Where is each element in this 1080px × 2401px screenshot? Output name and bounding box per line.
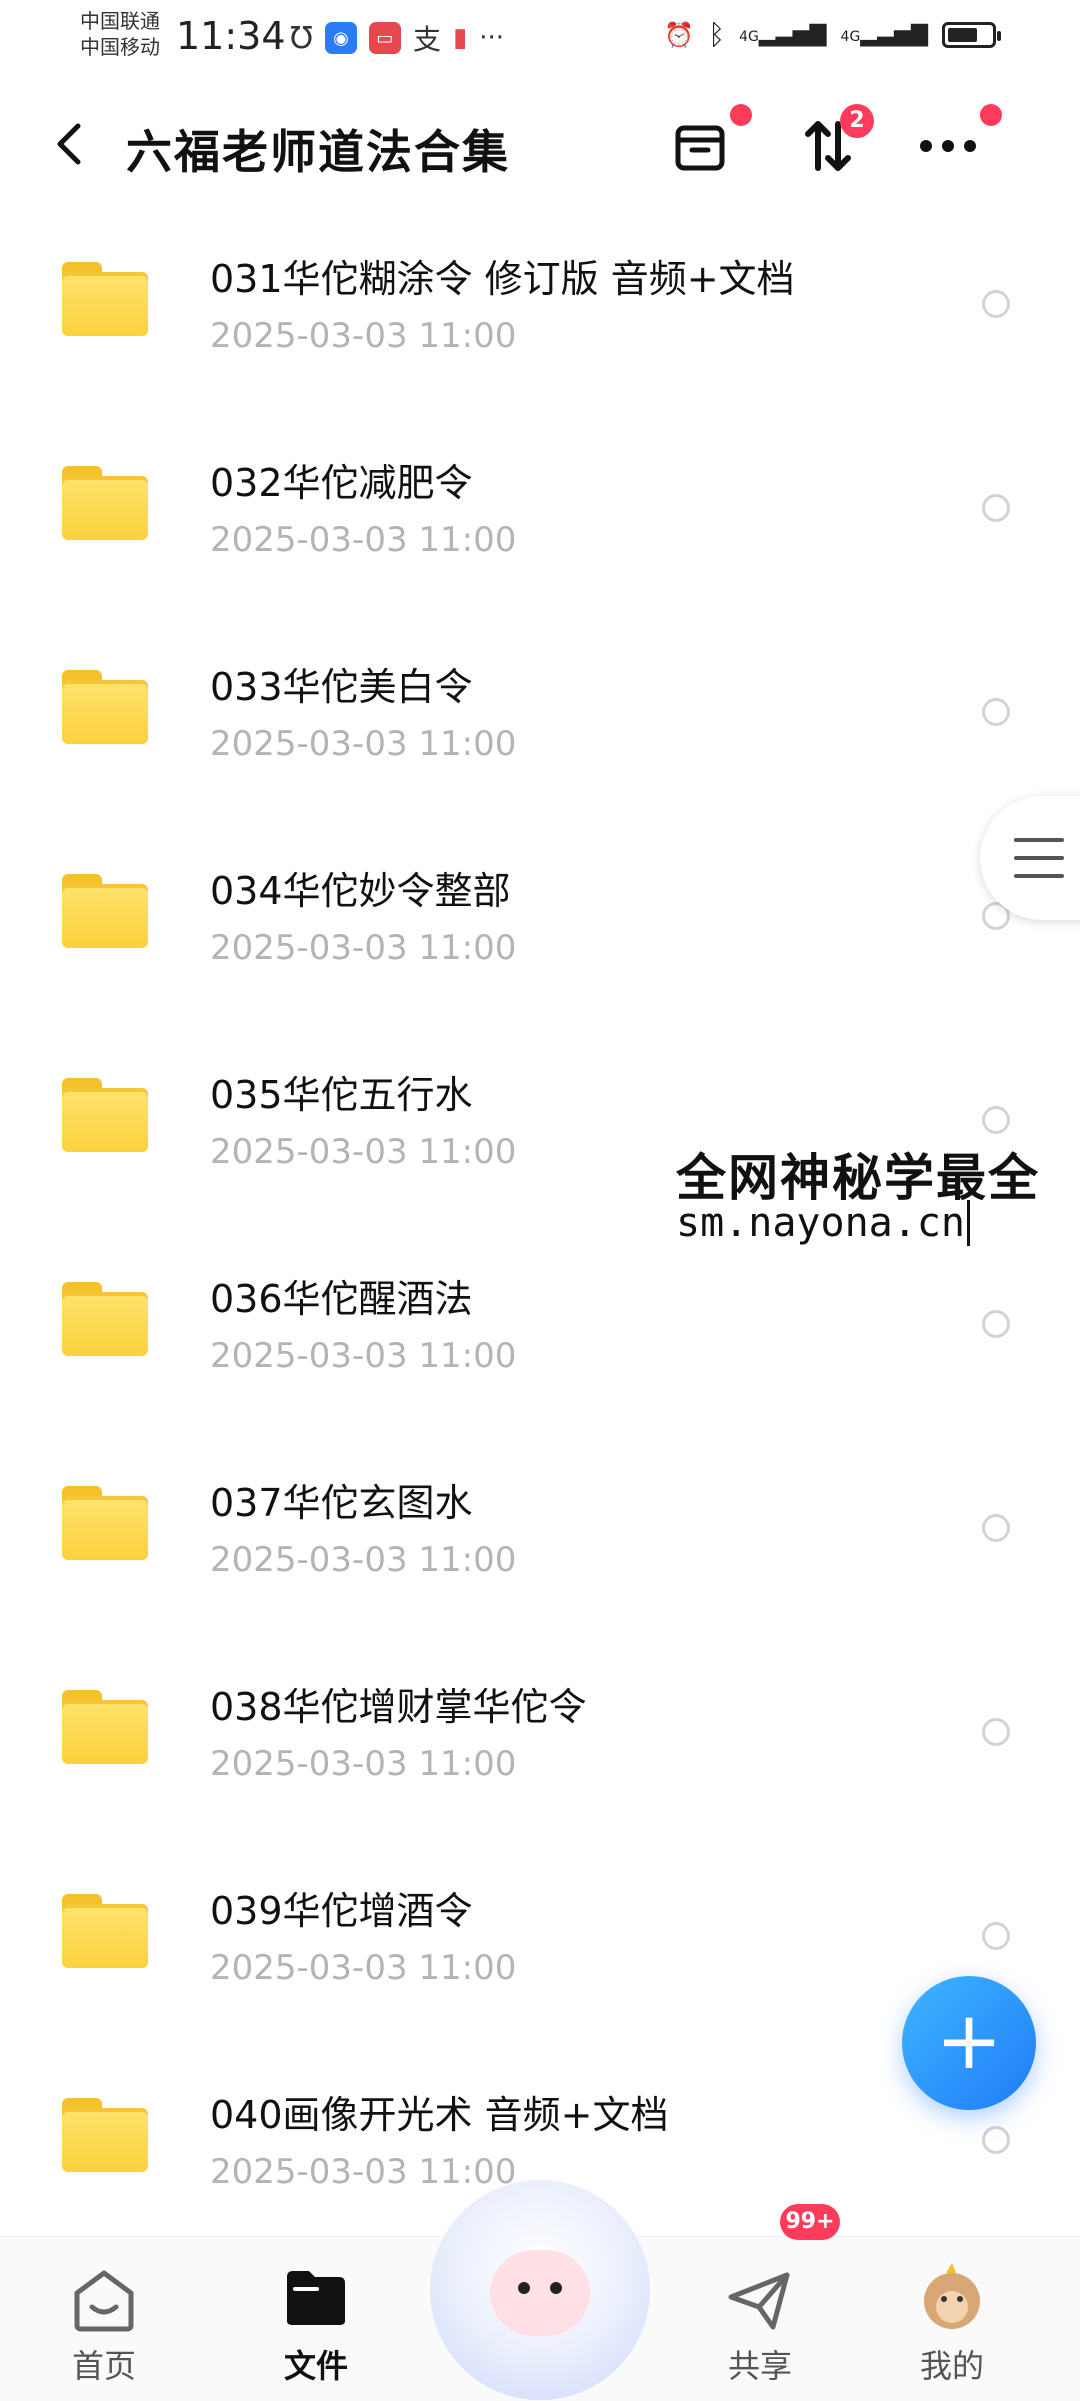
folder-icon [62,262,148,336]
book-notification-icon: ▮ [452,23,468,53]
page-title: 六福老师道法合集 [126,125,510,179]
chevron-left-icon [57,123,81,165]
select-radio[interactable] [982,698,1010,726]
back-button[interactable] [50,114,90,174]
select-radio[interactable] [982,2126,1010,2154]
list-item[interactable]: 037华佗玄图水 2025-03-03 11:00 [0,1434,1080,1638]
select-radio[interactable] [982,1310,1010,1338]
folder-date: 2025-03-03 11:00 [210,1336,517,1376]
list-item[interactable]: 033华佗美白令 2025-03-03 11:00 [0,618,1080,822]
folder-icon [62,1894,148,1968]
network-type-2: 4G [840,29,861,45]
shop-notification-icon: ▭ [368,22,401,54]
more-notification-dot [980,104,1002,126]
add-button[interactable]: + [902,1976,1036,2110]
mascot-face-icon [490,2250,590,2336]
folder-name: 033华佗美白令 [210,665,473,709]
folder-name: 037华佗玄图水 [210,1481,473,1525]
folder-filled-icon [287,2271,345,2325]
nav-home[interactable]: 首页 [24,2237,184,2401]
paper-plane-icon [728,2272,790,2330]
folder-icon [62,1690,148,1764]
folder-icon [62,874,148,948]
archive-box-icon [675,125,725,171]
folder-icon [62,670,148,744]
nav-home-label: 首页 [71,2347,136,2385]
folder-name: 032华佗减肥令 [210,461,473,505]
transfer-notification-dot [730,104,752,126]
folder-icon [62,1282,148,1356]
select-radio[interactable] [982,494,1010,522]
nav-files-label: 文件 [283,2347,348,2385]
carrier-labels: 中国联通 中国移动 [80,8,160,60]
folder-icon [62,1486,148,1560]
transfer-list-button[interactable] [664,104,752,182]
system-icons: ⏰ ᛒ 4G▂▃▅▇ 4G▂▃▅▇ [664,18,1001,51]
folder-date: 2025-03-03 11:00 [210,1132,517,1172]
folder-name: 036华佗醒酒法 [210,1277,473,1321]
avatar-icon [924,2263,980,2329]
battery-icon [942,21,1001,48]
clock: 11:34 [176,14,286,58]
share-badge: 99+ [780,2204,840,2240]
folder-date: 2025-03-03 11:00 [210,520,517,560]
folder-date: 2025-03-03 11:00 [210,928,517,968]
signal-2-icon: 4G▂▃▅▇ [840,22,928,47]
sort-badge: 2 [840,104,874,138]
more-notifications-icon: ··· [479,23,505,53]
folder-name: 034华佗妙令整部 [210,869,511,913]
folder-date: 2025-03-03 11:00 [210,1948,517,1988]
notification-icons: Ʊ ◉ ▭ 支 ▮ ··· [290,18,504,58]
select-radio[interactable] [982,1718,1010,1746]
nav-files[interactable]: 文件 [236,2237,396,2401]
nav-share-label: 共享 [727,2347,792,2385]
status-bar: 中国联通 中国移动 11:34 Ʊ ◉ ▭ 支 ▮ ··· ⏰ ᛒ 4G▂▃▅▇… [0,0,1080,80]
folder-date: 2025-03-03 11:00 [210,316,517,356]
alipay-notification-icon: 支 [412,23,441,56]
folder-date: 2025-03-03 11:00 [210,1540,517,1580]
more-dots-icon [920,140,976,152]
nav-mine-label: 我的 [919,2347,984,2385]
select-radio[interactable] [982,1514,1010,1542]
network-type-1: 4G [739,29,759,45]
folder-icon [62,466,148,540]
nav-mine[interactable]: 我的 [872,2237,1032,2401]
select-radio[interactable] [982,290,1010,318]
folder-name: 031华佗糊涂令 修订版 音频+文档 [210,257,795,301]
folder-date: 2025-03-03 11:00 [210,1744,517,1784]
more-options-button[interactable] [912,104,1002,182]
folder-name: 035华佗五行水 [210,1073,473,1117]
notification-u-icon: Ʊ [290,20,313,56]
app-notification-icon: ◉ [324,22,357,54]
assistant-mascot-button[interactable] [430,2180,650,2400]
list-item[interactable]: 036华佗醒酒法 2025-03-03 11:00 [0,1230,1080,1434]
sort-button[interactable]: 2 [792,104,874,182]
nav-share[interactable]: 共享 [680,2237,840,2401]
carrier-2: 中国移动 [80,35,160,59]
bluetooth-icon: ᛒ [708,18,726,51]
folder-icon [62,1078,148,1152]
carrier-1: 中国联通 [80,9,160,33]
folder-date: 2025-03-03 11:00 [210,724,517,764]
list-item[interactable]: 038华佗增财掌华佗令 2025-03-03 11:00 [0,1638,1080,1842]
list-item[interactable]: 031华佗糊涂令 修订版 音频+文档 2025-03-03 11:00 [0,210,1080,414]
folder-name: 038华佗增财掌华佗令 [210,1685,587,1729]
folder-date: 2025-03-03 11:00 [210,2152,517,2192]
list-item[interactable]: 034华佗妙令整部 2025-03-03 11:00 [0,822,1080,1026]
alarm-icon: ⏰ [664,20,695,49]
watermark-url: sm.nayona.cn [676,1200,970,1246]
folder-name: 040画像开光术 音频+文档 [210,2093,669,2137]
top-app-bar: 六福老师道法合集 2 [0,80,1080,210]
select-radio[interactable] [982,1106,1010,1134]
plus-icon: + [935,1994,1003,2087]
folder-name: 039华佗增酒令 [210,1889,473,1933]
home-face-icon [74,2270,134,2332]
select-radio[interactable] [982,1922,1010,1950]
signal-1-icon: 4G▂▃▅▇ [739,22,827,47]
folder-icon [62,2098,148,2172]
list-item[interactable]: 032华佗减肥令 2025-03-03 11:00 [0,414,1080,618]
